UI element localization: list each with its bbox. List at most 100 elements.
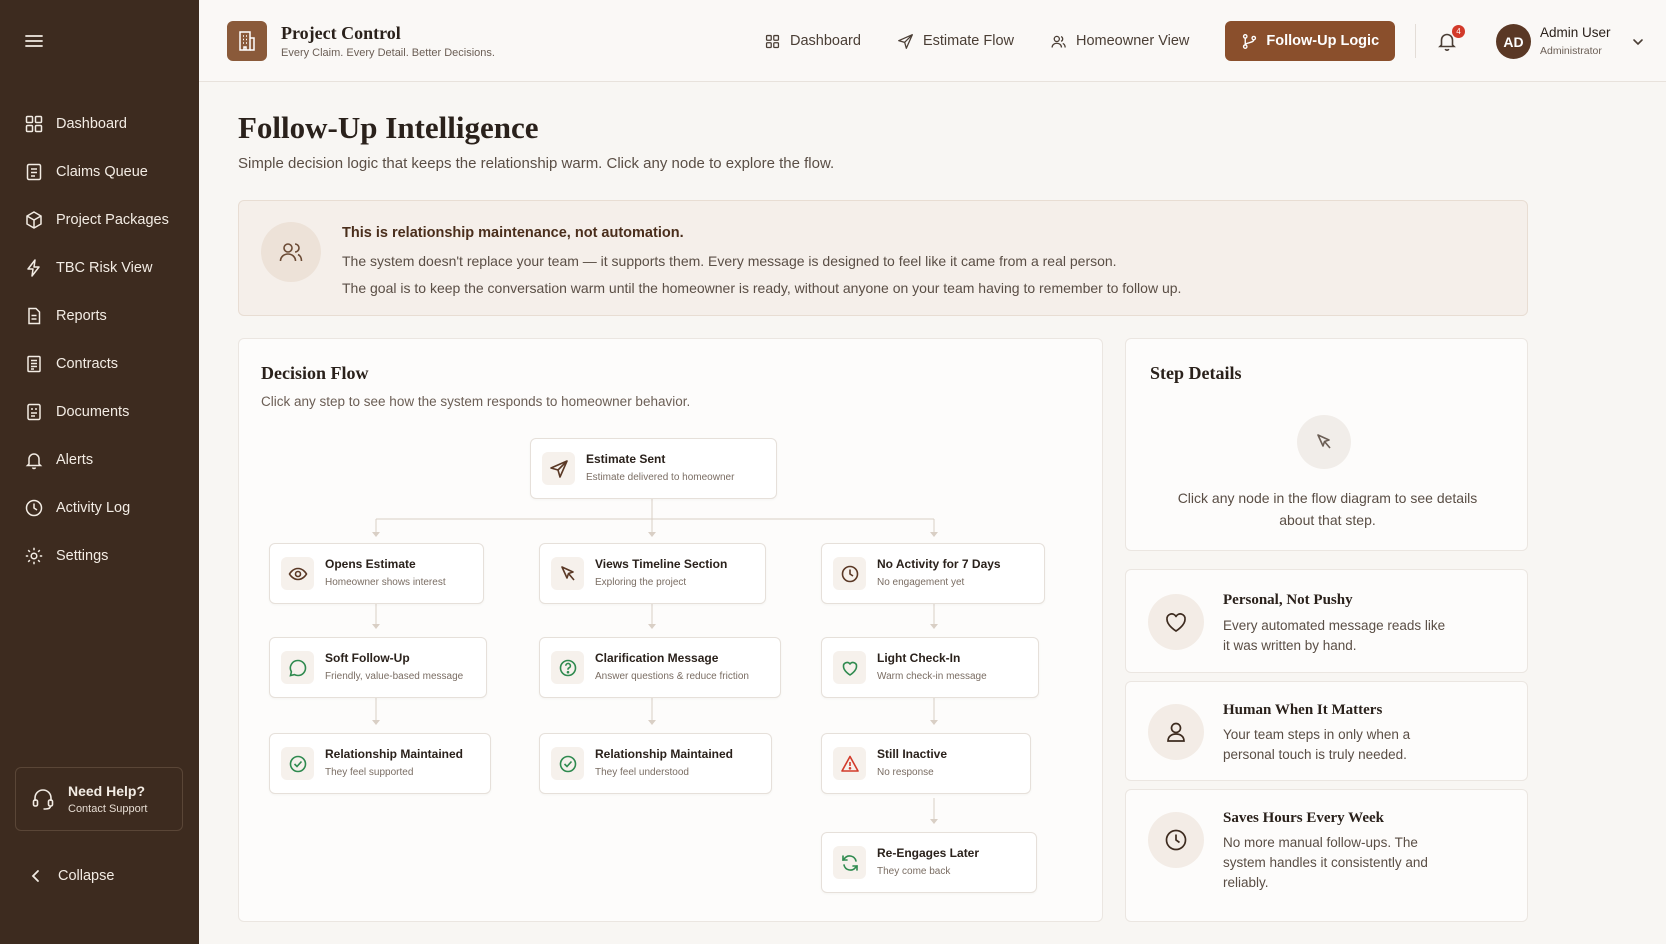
feature-card-human: Human When It Matters Your team steps in… <box>1125 681 1528 781</box>
heart-icon <box>1148 594 1204 650</box>
sidebar-item-label: Documents <box>56 404 130 420</box>
help-card[interactable]: Need Help? Contact Support <box>15 767 183 831</box>
send-icon <box>898 33 913 49</box>
node-title: Relationship Maintained <box>325 747 464 761</box>
sidebar-item-project-packages[interactable]: Project Packages <box>0 196 199 244</box>
node-subtitle: Friendly, value-based message <box>325 671 464 682</box>
sidebar-item-documents[interactable]: Documents <box>0 388 199 436</box>
flow-node-still-inactive[interactable]: Still Inactive No response <box>821 733 1031 794</box>
files-icon <box>24 402 44 422</box>
tab-label: Homeowner View <box>1076 33 1190 49</box>
sidebar-item-label: Project Packages <box>56 212 169 228</box>
info-banner: This is relationship maintenance, not au… <box>238 200 1528 316</box>
app-title: Project Control <box>281 23 401 43</box>
header-divider <box>1415 24 1416 58</box>
clock-icon <box>24 498 44 518</box>
flow-node-relationship-maintained[interactable]: Relationship Maintained They feel unders… <box>539 733 772 794</box>
node-title: Opens Estimate <box>325 557 416 571</box>
feature-text: Every automated message reads like it wa… <box>1223 618 1446 653</box>
feature-card-saves-hours: Saves Hours Every Week No more manual fo… <box>1125 789 1528 922</box>
lightning-icon <box>24 258 44 278</box>
clock-icon <box>833 557 866 590</box>
flow-subtitle: Click any step to see how the system res… <box>261 394 691 409</box>
sidebar-item-label: Contracts <box>56 356 119 372</box>
users-icon <box>261 222 321 282</box>
collapse-button[interactable]: Collapse <box>28 868 114 884</box>
sidebar-item-claims-queue[interactable]: Claims Queue <box>0 148 199 196</box>
user-role: Administrator <box>1540 45 1602 57</box>
banner-text: The system doesn't replace your team — i… <box>342 253 1117 269</box>
decision-flow-card: Decision Flow Click any step to see how … <box>238 338 1103 922</box>
package-icon <box>24 210 44 230</box>
clipboard-icon <box>24 162 44 182</box>
menu-icon[interactable] <box>24 31 44 51</box>
node-subtitle: No engagement yet <box>877 577 965 588</box>
bell-icon <box>24 450 44 470</box>
flow-node-no-activity[interactable]: No Activity for 7 Days No engagement yet <box>821 543 1045 604</box>
sidebar-item-alerts[interactable]: Alerts <box>0 436 199 484</box>
flow-node-re-engages-later[interactable]: Re-Engages Later They come back <box>821 832 1037 893</box>
message-icon <box>281 651 314 684</box>
feature-text: No more manual follow-ups. The system ha… <box>1223 835 1428 890</box>
clock-icon <box>1148 812 1204 868</box>
sidebar-item-settings[interactable]: Settings <box>0 532 199 580</box>
chevron-down-icon[interactable] <box>1631 35 1645 49</box>
sidebar-item-contracts[interactable]: Contracts <box>0 340 199 388</box>
node-subtitle: Estimate delivered to homeowner <box>586 472 735 483</box>
flow-node-estimate-sent[interactable]: Estimate Sent Estimate delivered to home… <box>530 438 777 499</box>
contract-icon <box>24 354 44 374</box>
sidebar-item-dashboard[interactable]: Dashboard <box>0 100 199 148</box>
flow-title: Decision Flow <box>261 363 369 383</box>
flow-node-light-check-in[interactable]: Light Check-In Warm check-in message <box>821 637 1039 698</box>
building-logo-icon[interactable] <box>227 21 267 61</box>
cursor-icon <box>1297 415 1351 469</box>
document-icon <box>24 306 44 326</box>
sidebar-nav: Dashboard Claims Queue Project Packages … <box>0 100 199 580</box>
collapse-label: Collapse <box>58 868 115 884</box>
node-subtitle: They come back <box>877 866 951 877</box>
user-icon <box>1148 704 1204 760</box>
node-title: Still Inactive <box>877 747 948 761</box>
sidebar-item-tbc-risk-view[interactable]: TBC Risk View <box>0 244 199 292</box>
check-circle-icon <box>551 747 584 780</box>
tab-label: Follow-Up Logic <box>1266 33 1380 49</box>
sidebar-item-label: Dashboard <box>56 116 127 132</box>
node-title: Views Timeline Section <box>595 557 728 571</box>
node-subtitle: They feel supported <box>325 767 414 778</box>
help-title: Need Help? <box>68 783 146 799</box>
user-name[interactable]: Admin User <box>1540 25 1611 40</box>
check-circle-icon <box>281 747 314 780</box>
sidebar-item-label: Claims Queue <box>56 164 148 180</box>
tab-homeowner-view[interactable]: Homeowner View <box>1050 21 1189 61</box>
tab-dashboard[interactable]: Dashboard <box>764 21 861 61</box>
node-subtitle: Warm check-in message <box>877 671 987 682</box>
flow-node-clarification-message[interactable]: Clarification Message Answer questions &… <box>539 637 781 698</box>
flow-node-views-timeline[interactable]: Views Timeline Section Exploring the pro… <box>539 543 766 604</box>
flow-node-opens-estimate[interactable]: Opens Estimate Homeowner shows interest <box>269 543 484 604</box>
sidebar-item-activity-log[interactable]: Activity Log <box>0 484 199 532</box>
heart-icon <box>833 651 866 684</box>
node-title: Re-Engages Later <box>877 846 980 860</box>
send-icon <box>542 452 575 485</box>
node-title: Clarification Message <box>595 651 719 665</box>
tab-follow-up-logic[interactable]: Follow-Up Logic <box>1225 21 1396 61</box>
tab-estimate-flow[interactable]: Estimate Flow <box>897 21 1014 61</box>
grid-icon <box>24 114 44 134</box>
flow-node-relationship-maintained[interactable]: Relationship Maintained They feel suppor… <box>269 733 491 794</box>
sidebar-item-reports[interactable]: Reports <box>0 292 199 340</box>
step-details-card: Step Details Click any node in the flow … <box>1125 338 1528 551</box>
node-title: Soft Follow-Up <box>325 651 410 665</box>
node-subtitle: No response <box>877 767 934 778</box>
flow-node-soft-follow-up[interactable]: Soft Follow-Up Friendly, value-based mes… <box>269 637 487 698</box>
tab-label: Estimate Flow <box>922 33 1014 49</box>
cursor-icon <box>551 557 584 590</box>
details-title: Step Details <box>1150 363 1242 383</box>
notification-badge: 4 <box>1452 25 1465 38</box>
node-subtitle: Exploring the project <box>595 577 687 588</box>
users-icon <box>1051 35 1066 48</box>
sidebar: Dashboard Claims Queue Project Packages … <box>0 0 199 944</box>
top-header: Project Control Every Claim. Every Detai… <box>199 0 1666 82</box>
node-subtitle: Homeowner shows interest <box>325 577 446 588</box>
avatar[interactable]: AD <box>1496 24 1531 59</box>
banner-text: The goal is to keep the conversation war… <box>342 280 1182 296</box>
